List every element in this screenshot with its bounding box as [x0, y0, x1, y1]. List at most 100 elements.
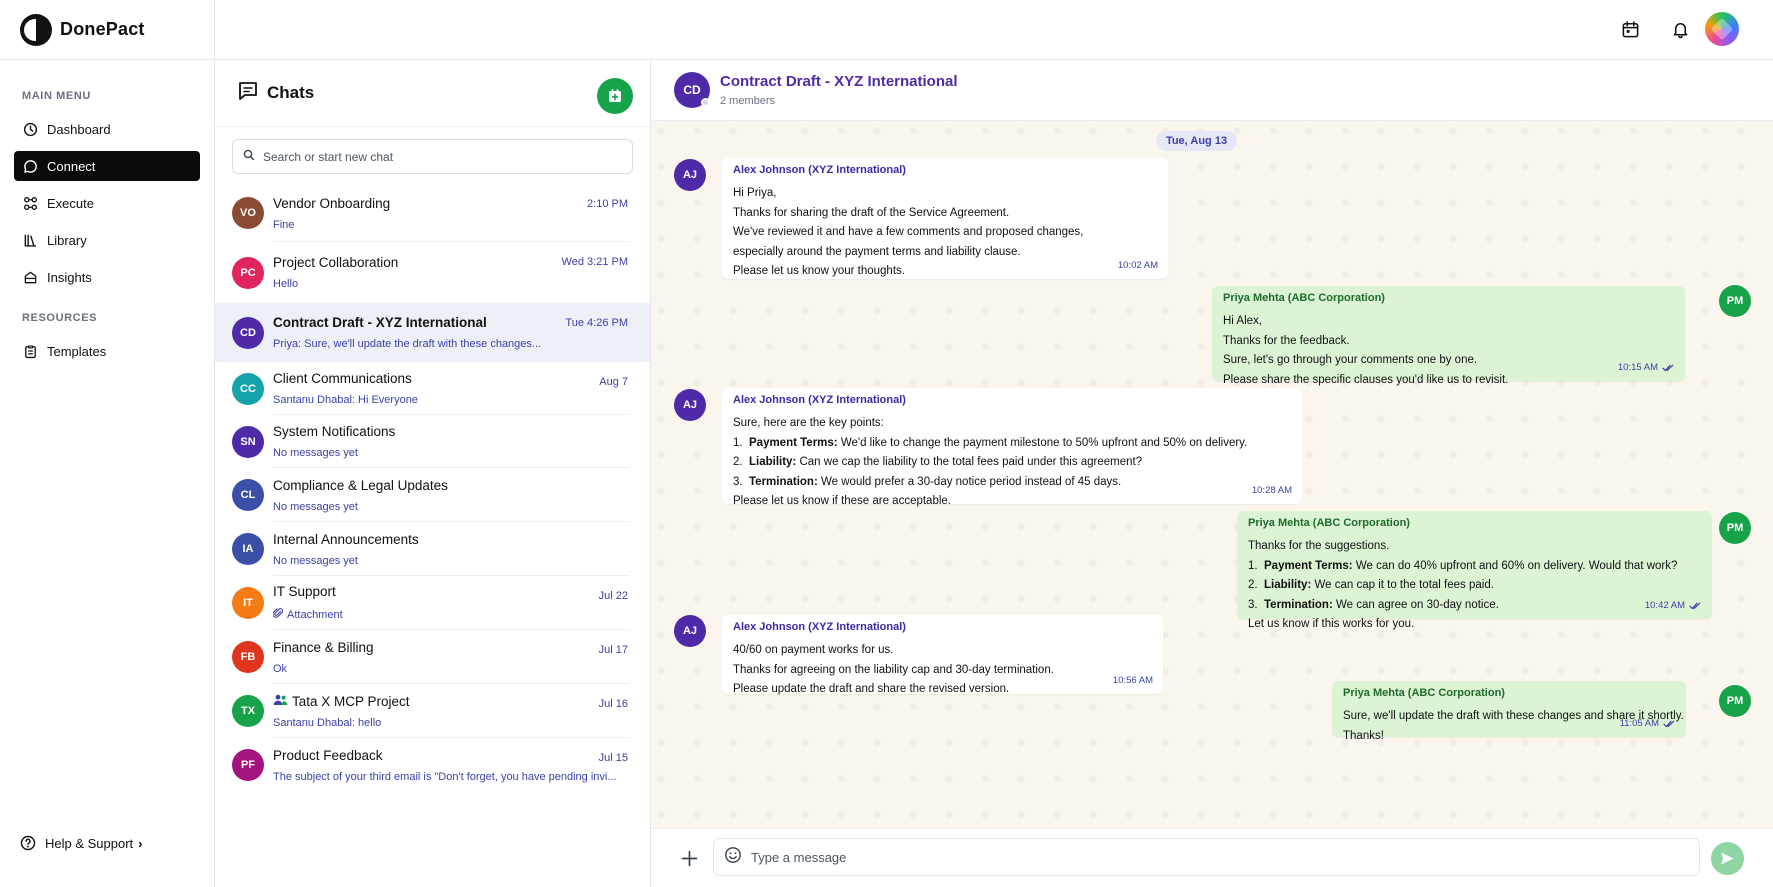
chat-preview: No messages yet	[273, 501, 623, 513]
outgoing-message[interactable]: Priya Mehta (ABC Corporation) Thanks for …	[1237, 511, 1712, 630]
outgoing-message[interactable]: Priya Mehta (ABC Corporation) Hi Alex, Tha…	[1212, 286, 1685, 386]
chat-time: Aug 7	[599, 376, 628, 388]
chat-meta: Tata X MCP Project Santanu Dhabal: hello	[273, 694, 650, 729]
message-line: especially around the payment terms and …	[733, 245, 1021, 258]
sidebar-item-insights[interactable]: Insights	[14, 262, 200, 292]
chat-name: Product Feedback	[273, 748, 650, 763]
message-avatar[interactable]: PM	[1719, 685, 1751, 717]
chat-row[interactable]: PF Product Feedback The subject of your th…	[215, 738, 650, 792]
message-sender: Alex Johnson (XYZ International)	[733, 164, 906, 176]
chat-meta: IT Support Attachment	[273, 584, 650, 622]
conversation-header[interactable]: CD Contract Draft - XYZ International 2 …	[651, 60, 1773, 121]
nodes-icon	[22, 195, 38, 211]
message-input[interactable]	[751, 849, 1451, 865]
logo[interactable]: DonePact	[0, 0, 214, 60]
chat-name-text: IT Support	[273, 584, 336, 599]
chat-preview-text: No messages yet	[273, 447, 358, 459]
conversation-panel: CD Contract Draft - XYZ International 2 …	[651, 60, 1773, 887]
chat-avatar: CL	[232, 479, 264, 511]
message-point: 1. Payment Terms: We can do 40% upfront a…	[1248, 557, 1702, 577]
help-support-link[interactable]: Help & Support ›	[20, 835, 143, 851]
message-avatar[interactable]: PM	[1719, 285, 1751, 317]
message-time-text: 10:15 AM	[1617, 362, 1658, 373]
conversation-members: 2 members	[720, 95, 776, 107]
clock-icon	[22, 121, 38, 137]
incoming-message[interactable]: Alex Johnson (XYZ International) Sure, he…	[722, 388, 1302, 507]
chat-preview: Santanu Dhabal: Hi Everyone	[273, 394, 623, 406]
emoji-icon[interactable]	[724, 846, 742, 869]
app-name: DonePact	[60, 19, 145, 39]
message-time: 10:15 AM	[1618, 362, 1675, 373]
user-avatar[interactable]	[1705, 12, 1739, 46]
message-avatar[interactable]: AJ	[674, 159, 706, 191]
calendar-icon[interactable]	[1617, 16, 1643, 42]
sidebar-item-label: Execute	[47, 195, 94, 211]
chat-preview: Ok	[273, 663, 623, 675]
chat-meta: Internal Announcements No messages yet	[273, 532, 650, 567]
chat-row[interactable]: CC Client Communications Santanu Dhabal: H…	[215, 362, 650, 415]
sidebar-item-execute[interactable]: Execute	[14, 188, 200, 218]
outgoing-message[interactable]: Priya Mehta (ABC Corporation) Sure, we'll…	[1332, 681, 1686, 742]
chat-preview-text: No messages yet	[273, 554, 358, 567]
chat-row[interactable]: CD Contract Draft - XYZ International Priy…	[215, 303, 650, 362]
chat-avatar: IT	[232, 587, 264, 619]
incoming-message[interactable]: Alex Johnson (XYZ International) 40/60 on…	[722, 615, 1163, 695]
chat-avatar: TX	[232, 695, 264, 727]
message-line: Thanks for the suggestions.	[1248, 540, 1390, 552]
send-icon	[1721, 852, 1734, 865]
point-text: We can agree on 30-day notice.	[1336, 598, 1499, 611]
chat-name: Compliance & Legal Updates	[273, 478, 650, 493]
chat-row[interactable]: IT IT Support Attachment Jul 22	[215, 576, 650, 630]
chat-row[interactable]: IA Internal Announcements No messages yet	[215, 522, 650, 576]
sidebar-item-library[interactable]: Library	[14, 225, 200, 255]
point-number: 1.	[1248, 559, 1258, 572]
search-input[interactable]	[263, 149, 563, 164]
chat-meta: Finance & Billing Ok	[273, 640, 650, 675]
sidebar-item-dashboard[interactable]: Dashboard	[14, 114, 200, 144]
message-line: 40/60 on payment works for us.	[733, 644, 894, 656]
chat-row[interactable]: PC Project Collaboration Hello Wed 3:21 PM	[215, 242, 650, 303]
chat-row[interactable]: TX Tata X MCP Project Santanu Dhabal: hell…	[215, 684, 650, 738]
chat-bubble-icon	[22, 158, 38, 174]
clipboard-icon	[22, 343, 38, 359]
chat-row[interactable]: CL Compliance & Legal Updates No messages …	[215, 468, 650, 522]
chat-name-text: Contract Draft - XYZ International	[273, 315, 487, 330]
sidebar-item-connect[interactable]: Connect	[14, 151, 200, 181]
message-line: Let us know if this works for you.	[1248, 618, 1415, 630]
message-avatar[interactable]: PM	[1719, 512, 1751, 544]
point-number: 3.	[1248, 598, 1258, 611]
help-support-label: Help & Support	[45, 835, 134, 851]
message-line: Please let us know if these are acceptab…	[733, 495, 951, 507]
message-point: 2. Liability: Can we cap the liability to…	[733, 453, 1292, 473]
message-avatar[interactable]: AJ	[674, 615, 706, 647]
attach-button[interactable]	[679, 848, 699, 868]
message-time: 11:05 AM	[1620, 718, 1676, 729]
chat-preview-text: Attachment	[287, 608, 343, 621]
message-sender: Priya Mehta (ABC Corporation)	[1343, 687, 1505, 699]
chat-preview-text: Fine	[273, 218, 295, 231]
message-time-text: 11:05 AM	[1619, 718, 1659, 729]
send-button[interactable]	[1711, 842, 1744, 875]
chat-avatar: CC	[232, 372, 264, 405]
chat-name: Client Communications	[273, 371, 650, 386]
sidebar-item-templates[interactable]: Templates	[14, 336, 200, 366]
message-avatar[interactable]: AJ	[674, 389, 706, 421]
chat-preview: Fine	[273, 219, 623, 231]
chat-name: IT Support	[273, 584, 650, 599]
chat-preview: Hello	[273, 278, 623, 290]
message-time-text: 10:42 AM	[1644, 600, 1685, 611]
sidebar-item-label: Dashboard	[47, 121, 111, 137]
chat-row[interactable]: SN System Notifications No messages yet	[215, 415, 650, 468]
chat-preview-text: Ok	[273, 662, 288, 675]
new-chat-button[interactable]	[597, 78, 633, 114]
bell-icon[interactable]	[1667, 16, 1693, 42]
chat-row[interactable]: FB Finance & Billing Ok Jul 17	[215, 630, 650, 684]
message-point: 1. Payment Terms: We'd like to change the…	[733, 434, 1292, 454]
message-line: Hi Alex,	[1223, 315, 1262, 327]
chat-preview: Priya: Sure, we'll update the draft with…	[273, 338, 623, 350]
chat-row[interactable]: VO Vendor Onboarding Fine 2:10 PM	[215, 184, 650, 242]
message-thread[interactable]: Tue, Aug 13 AJ Alex Johnson (XYZ Internat…	[651, 121, 1773, 828]
incoming-message[interactable]: Alex Johnson (XYZ International) Hi Priya…	[722, 158, 1168, 279]
chat-avatar: VO	[232, 197, 264, 229]
point-number: 3.	[733, 475, 743, 488]
